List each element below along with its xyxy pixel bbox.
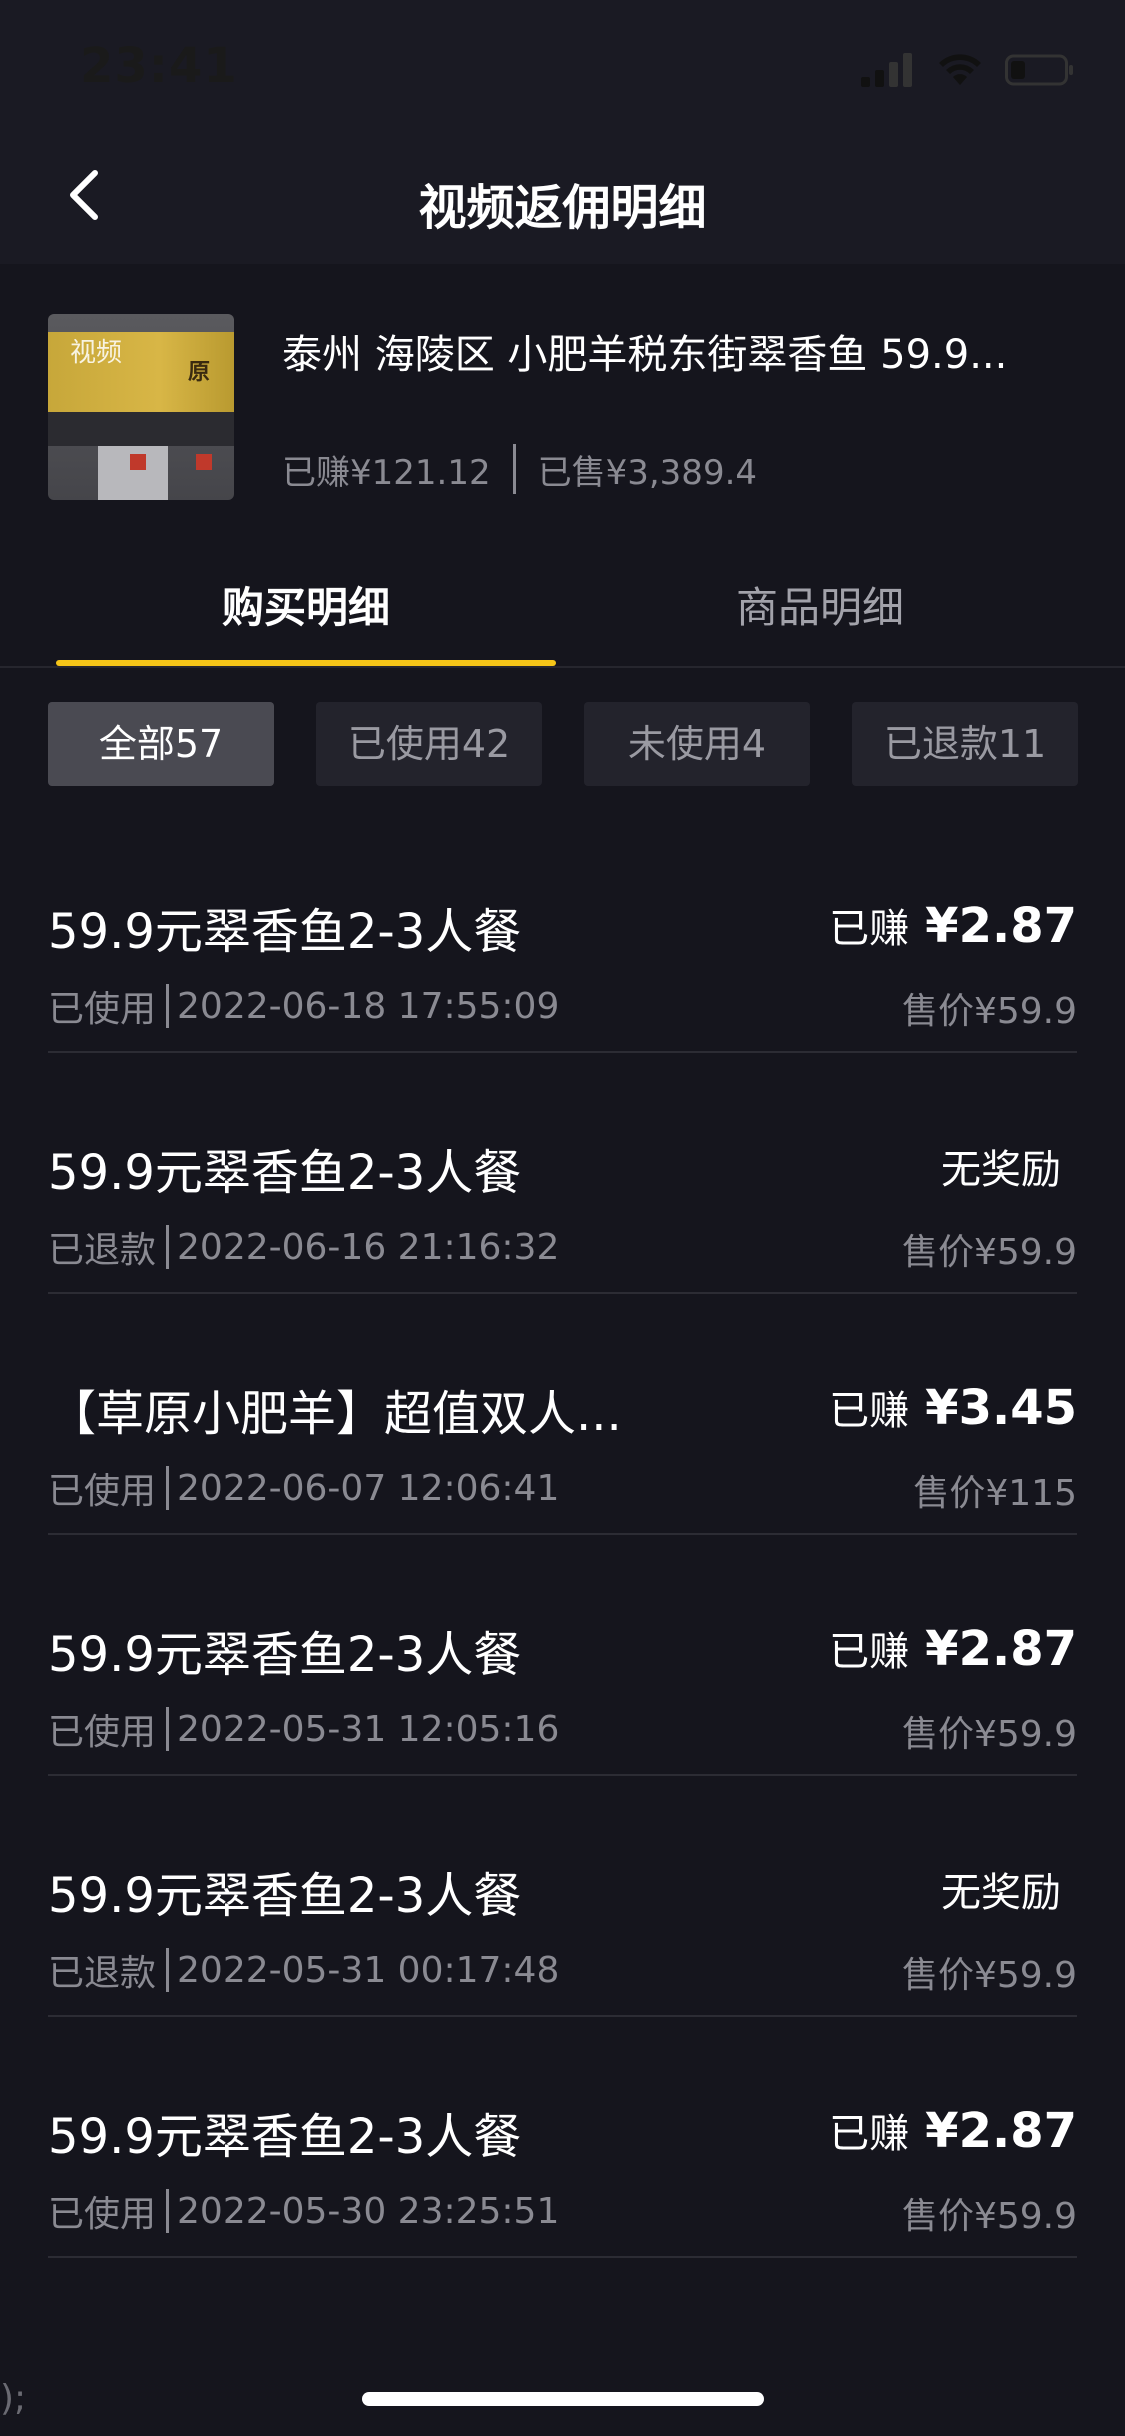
order-status: 已使用	[48, 1471, 157, 1512]
tab-product-details[interactable]: 商品明细	[570, 574, 1070, 635]
order-status: 已使用	[48, 989, 157, 1030]
order-row[interactable]: 59.9元翠香鱼2-3人餐 已使用 2022-06-18 17:55:09 已赚…	[48, 812, 1077, 1053]
page-title: 视频返佣明细	[418, 180, 707, 236]
status-bar: 23:41	[0, 0, 1125, 132]
order-earnings: 已赚 ¥3.45	[829, 1378, 1077, 1436]
order-row[interactable]: 59.9元翠香鱼2-3人餐 已使用 2022-05-31 12:05:16 已赚…	[48, 1535, 1077, 1776]
order-time: 2022-05-30 23:25:51	[177, 2190, 560, 2232]
order-row[interactable]: 【草原小肥羊】超值双人... 已使用 2022-06-07 12:06:41 已…	[48, 1294, 1077, 1535]
meta-divider	[166, 2189, 170, 2233]
order-time: 2022-05-31 00:17:48	[177, 1949, 560, 1991]
order-earnings: 已赚 ¥2.87	[829, 1619, 1077, 1677]
status-time: 23:41	[80, 38, 238, 94]
earn-amount: ¥2.87	[925, 1621, 1077, 1677]
order-status: 已使用	[48, 1712, 157, 1753]
meta-divider	[166, 1225, 170, 1269]
order-earnings: 已赚 ¥2.87	[829, 2101, 1077, 2159]
wifi-icon	[937, 53, 983, 91]
signal-icon	[861, 53, 915, 91]
filter-unused[interactable]: 未使用4	[584, 702, 810, 786]
earn-label: 已赚	[829, 1629, 910, 1675]
earn-label: 已赚	[829, 2111, 910, 2157]
product-title: 泰州 海陵区 小肥羊税东街翠香鱼 59.9...	[282, 332, 1008, 378]
meta-divider	[166, 1948, 170, 1992]
order-earnings: 无奖励	[941, 1860, 1077, 1918]
order-name: 59.9元翠香鱼2-3人餐	[48, 904, 522, 960]
stat-divider	[512, 444, 516, 494]
earn-amount: ¥2.87	[925, 2103, 1077, 2159]
order-name: 59.9元翠香鱼2-3人餐	[48, 1868, 522, 1924]
filter-used[interactable]: 已使用42	[316, 702, 542, 786]
tab-indicator	[56, 660, 556, 666]
order-meta: 已退款 2022-06-16 21:16:32	[48, 1221, 559, 1273]
order-row[interactable]: 59.9元翠香鱼2-3人餐 已使用 2022-05-30 23:25:51 已赚…	[48, 2017, 1077, 2258]
tab-bar: 购买明细 商品明细	[0, 544, 1125, 668]
order-meta: 已使用 2022-06-18 17:55:09	[48, 980, 559, 1032]
filter-all[interactable]: 全部57	[48, 702, 274, 786]
meta-divider	[166, 1466, 170, 1510]
order-status: 已退款	[48, 1953, 157, 1994]
meta-divider	[166, 984, 170, 1028]
order-price: 售价¥115	[913, 1473, 1077, 1514]
order-earnings: 已赚 ¥2.87	[829, 896, 1077, 954]
order-time: 2022-05-31 12:05:16	[177, 1708, 560, 1750]
order-price: 售价¥59.9	[901, 991, 1077, 1032]
order-price: 售价¥59.9	[901, 1955, 1077, 1996]
sold-total: 已售¥3,389.4	[537, 452, 758, 493]
earn-label: 无奖励	[941, 1870, 1061, 1916]
order-name: 59.9元翠香鱼2-3人餐	[48, 1627, 522, 1683]
order-meta: 已使用 2022-05-30 23:25:51	[48, 2185, 559, 2237]
order-row[interactable]: 59.9元翠香鱼2-3人餐 已退款 2022-06-16 21:16:32 无奖…	[48, 1053, 1077, 1294]
earn-amount: ¥2.87	[925, 898, 1077, 954]
thumbnail-label: 视频	[70, 338, 123, 368]
earn-label: 无奖励	[941, 1147, 1061, 1193]
order-name: 59.9元翠香鱼2-3人餐	[48, 1145, 522, 1201]
order-name: 59.9元翠香鱼2-3人餐	[48, 2109, 522, 2165]
tab-purchase-details[interactable]: 购买明细	[56, 574, 556, 635]
product-stats: 已赚¥121.12 已售¥3,389.4	[282, 444, 757, 494]
earn-label: 已赚	[829, 1388, 910, 1434]
order-time: 2022-06-07 12:06:41	[177, 1467, 560, 1509]
order-time: 2022-06-16 21:16:32	[177, 1226, 560, 1268]
earn-amount: ¥3.45	[925, 1380, 1077, 1436]
earn-label: 已赚	[829, 906, 910, 952]
order-earnings: 无奖励	[941, 1137, 1077, 1195]
order-meta: 已退款 2022-05-31 00:17:48	[48, 1944, 559, 1996]
order-row[interactable]: 59.9元翠香鱼2-3人餐 已退款 2022-05-31 00:17:48 无奖…	[48, 1776, 1077, 2017]
order-price: 售价¥59.9	[901, 1232, 1077, 1273]
filter-refunded[interactable]: 已退款11	[852, 702, 1078, 786]
product-header[interactable]: 视频 原 泰州 海陵区 小肥羊税东街翠香鱼 59.9... 已赚¥121.12 …	[0, 264, 1125, 544]
nav-bar: 视频返佣明细	[0, 132, 1125, 264]
battery-icon	[1005, 53, 1075, 91]
order-price: 售价¥59.9	[901, 2196, 1077, 2237]
home-indicator[interactable]	[362, 2392, 764, 2406]
status-icons	[861, 52, 1075, 92]
order-price: 售价¥59.9	[901, 1714, 1077, 1755]
order-status: 已退款	[48, 1230, 157, 1271]
thumbnail-sign: 原	[188, 360, 211, 385]
order-meta: 已使用 2022-06-07 12:06:41	[48, 1462, 559, 1514]
order-meta: 已使用 2022-05-31 12:05:16	[48, 1703, 559, 1755]
product-thumbnail[interactable]: 视频 原	[48, 314, 234, 500]
edge-text-fragment: );	[0, 2378, 27, 2419]
meta-divider	[166, 1707, 170, 1751]
order-list: 59.9元翠香鱼2-3人餐 已使用 2022-06-18 17:55:09 已赚…	[48, 812, 1077, 2258]
order-name: 【草原小肥羊】超值双人...	[48, 1386, 622, 1442]
earned-total: 已赚¥121.12	[282, 452, 491, 493]
order-time: 2022-06-18 17:55:09	[177, 985, 560, 1027]
filter-chips: 全部57 已使用42 未使用4 已退款11	[48, 702, 1078, 786]
order-status: 已使用	[48, 2194, 157, 2235]
